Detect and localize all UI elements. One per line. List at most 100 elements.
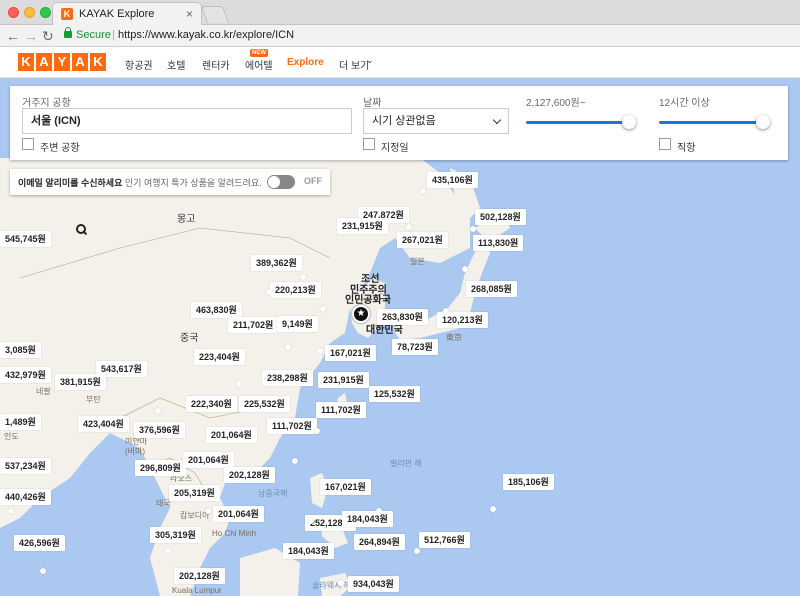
- nav-explore[interactable]: Explore: [287, 57, 324, 68]
- price-label[interactable]: 211,702원: [228, 317, 279, 333]
- price-label[interactable]: 238,298원: [262, 370, 313, 386]
- destination-dot[interactable]: [414, 548, 420, 554]
- price-label[interactable]: 120,213원: [437, 312, 488, 328]
- price-label[interactable]: 201,064원: [213, 506, 264, 522]
- destination-dot[interactable]: [317, 348, 323, 354]
- price-label[interactable]: 264,894원: [354, 534, 405, 550]
- origin-airport-input[interactable]: 서울 (ICN): [22, 108, 352, 134]
- price-label[interactable]: 435,106원: [427, 172, 478, 188]
- destination-dot[interactable]: [320, 306, 326, 312]
- direct-flight-checkbox[interactable]: [659, 138, 671, 150]
- price-label[interactable]: 426,596원: [14, 535, 65, 551]
- destination-dot[interactable]: [420, 188, 426, 194]
- new-tab-button[interactable]: [200, 6, 230, 23]
- price-label[interactable]: 202,128원: [174, 568, 225, 584]
- price-slider-handle[interactable]: [622, 115, 636, 129]
- price-label[interactable]: 167,021원: [320, 479, 371, 495]
- price-label[interactable]: 268,085원: [466, 281, 517, 297]
- chevron-down-icon[interactable]: ⌄: [366, 55, 374, 66]
- destination-dot[interactable]: [292, 458, 298, 464]
- destination-dot[interactable]: [165, 548, 171, 554]
- destination-dot[interactable]: [406, 224, 412, 230]
- price-label[interactable]: 225,532원: [239, 396, 290, 412]
- price-label[interactable]: 381,915원: [55, 374, 106, 390]
- destination-dot[interactable]: [376, 508, 382, 514]
- price-label[interactable]: 9,149원: [277, 316, 318, 332]
- destination-dot[interactable]: [285, 344, 291, 350]
- nav-flights[interactable]: 항공권: [125, 57, 153, 72]
- destination-dot[interactable]: [205, 508, 211, 514]
- price-label[interactable]: 223,404원: [194, 349, 245, 365]
- price-slider-track[interactable]: [526, 121, 630, 124]
- price-label[interactable]: 296,809원: [135, 460, 186, 476]
- price-label[interactable]: 202,128원: [224, 467, 275, 483]
- price-label[interactable]: 376,596원: [134, 422, 185, 438]
- nav-more[interactable]: 더 보기: [339, 57, 369, 72]
- price-label[interactable]: 263,830원: [377, 309, 428, 325]
- destination-dot[interactable]: [314, 428, 320, 434]
- nearby-airports-checkbox[interactable]: [22, 138, 34, 150]
- price-label[interactable]: 205,319원: [169, 485, 220, 501]
- nav-hotels[interactable]: 호텔: [167, 57, 185, 72]
- kayak-logo[interactable]: K A Y A K: [18, 53, 106, 71]
- nav-packages[interactable]: 에어텔: [245, 57, 273, 72]
- price-label[interactable]: 111,702원: [316, 402, 366, 418]
- email-alert-toggle[interactable]: [267, 175, 295, 189]
- price-label[interactable]: 537,234원: [0, 458, 51, 474]
- price-label[interactable]: 305,319원: [150, 527, 201, 543]
- duration-slider-handle[interactable]: [756, 115, 770, 129]
- price-label[interactable]: 502,128원: [475, 209, 526, 225]
- back-arrow-icon[interactable]: ←: [6, 28, 20, 44]
- price-label[interactable]: 111,702원: [267, 418, 317, 434]
- url-input[interactable]: https://www.kayak.co.kr/explore/ICN: [118, 29, 294, 41]
- destination-dot[interactable]: [155, 408, 161, 414]
- nav-cars[interactable]: 렌터카: [202, 57, 230, 72]
- specific-date-checkbox[interactable]: [363, 138, 375, 150]
- duration-slider-track[interactable]: [659, 121, 763, 124]
- price-label[interactable]: 267,021원: [397, 232, 448, 248]
- destination-dot[interactable]: [8, 508, 14, 514]
- destination-dot[interactable]: [443, 308, 449, 314]
- origin-airport-marker[interactable]: ★: [352, 305, 370, 323]
- price-label[interactable]: 184,043원: [283, 543, 334, 559]
- browser-tab[interactable]: K KAYAK Explore ×: [52, 2, 202, 25]
- price-label[interactable]: 78,723원: [392, 339, 438, 355]
- destination-dot[interactable]: [300, 274, 306, 280]
- price-label[interactable]: 201,064원: [183, 452, 234, 468]
- close-window-icon[interactable]: [8, 7, 19, 18]
- price-label[interactable]: 185,106원: [503, 474, 554, 490]
- price-label[interactable]: 389,362원: [251, 255, 302, 271]
- price-label[interactable]: 201,064원: [206, 427, 257, 443]
- destination-dot[interactable]: [338, 580, 344, 586]
- price-label[interactable]: 113,830원: [473, 235, 524, 251]
- destination-dot[interactable]: [40, 568, 46, 574]
- price-label[interactable]: 125,532원: [369, 386, 420, 402]
- price-label[interactable]: 220,213원: [270, 282, 321, 298]
- price-label[interactable]: 1,489원: [0, 414, 41, 430]
- destination-dot[interactable]: [462, 266, 468, 272]
- price-label[interactable]: 231,915원: [318, 372, 369, 388]
- destination-dot[interactable]: [470, 226, 476, 232]
- price-label[interactable]: 3,085원: [0, 342, 41, 358]
- price-label[interactable]: 222,340원: [186, 396, 237, 412]
- date-select[interactable]: 시기 상관없음: [363, 108, 509, 134]
- destination-dot[interactable]: [490, 506, 496, 512]
- price-label[interactable]: 463,830원: [191, 302, 242, 318]
- price-label[interactable]: 545,745원: [0, 231, 51, 247]
- maximize-window-icon[interactable]: [40, 7, 51, 18]
- price-label[interactable]: 184,043원: [342, 511, 393, 527]
- price-label[interactable]: 432,979원: [0, 367, 51, 383]
- forward-arrow-icon[interactable]: →: [24, 28, 38, 44]
- price-label[interactable]: 512,766원: [419, 532, 470, 548]
- tab-close-icon[interactable]: ×: [186, 7, 193, 21]
- price-label[interactable]: 934,043원: [348, 576, 399, 592]
- minimize-window-icon[interactable]: [24, 7, 35, 18]
- reload-icon[interactable]: ↻: [42, 28, 54, 44]
- destination-dot[interactable]: [266, 289, 272, 295]
- price-label[interactable]: 231,915원: [337, 218, 388, 234]
- destination-dot[interactable]: [308, 518, 314, 524]
- price-label[interactable]: 440,426원: [0, 489, 51, 505]
- price-label[interactable]: 167,021원: [325, 345, 376, 361]
- destination-dot[interactable]: [236, 381, 242, 387]
- price-label[interactable]: 423,404원: [78, 416, 129, 432]
